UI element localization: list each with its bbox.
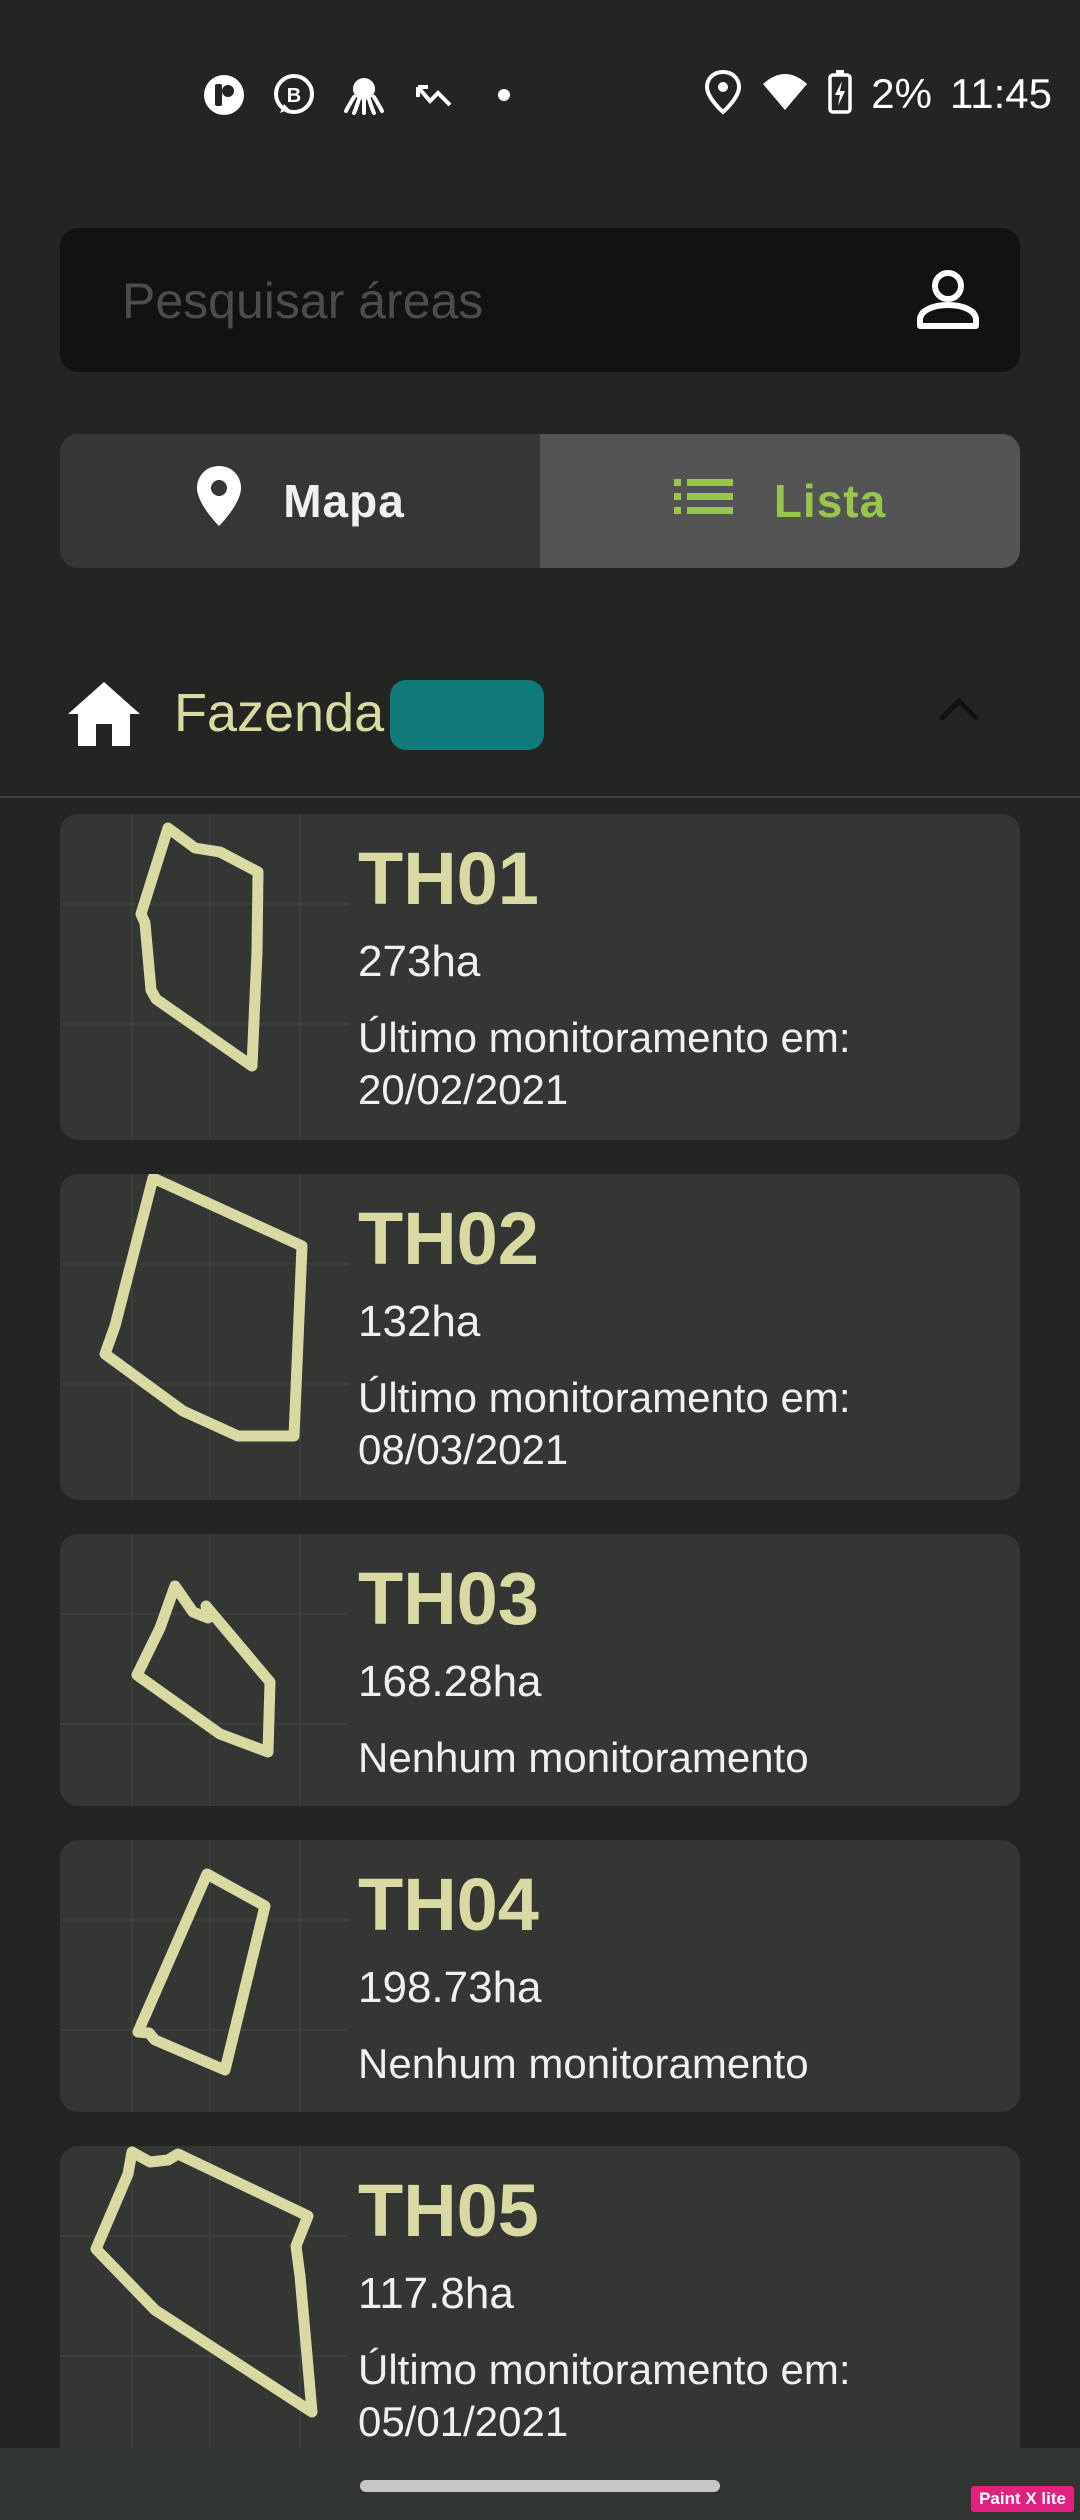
area-card[interactable]: TH05 117.8ha Último monitoramento em: 05…: [60, 2146, 1020, 2472]
monitoring-status: Nenhum monitoramento: [358, 2040, 809, 2087]
area-card[interactable]: TH02 132ha Último monitoramento em: 08/0…: [60, 1174, 1020, 1500]
farm-name-badge: [390, 680, 544, 750]
area-card[interactable]: TH03 168.28ha Nenhum monitoramento: [60, 1534, 1020, 1806]
whatsapp-business-icon: B: [270, 71, 318, 119]
area-polygon-thumbnail: [60, 814, 348, 1140]
profile-icon[interactable]: [912, 264, 984, 336]
search-bar: [60, 228, 1020, 374]
search-input[interactable]: [120, 228, 884, 374]
area-size: 132ha: [358, 1297, 481, 1346]
monitoring-status: Último monitoramento em: 20/02/2021: [358, 1014, 851, 1113]
more-dot-icon: [480, 71, 528, 119]
wifi-icon: [761, 72, 809, 117]
list-view-label: Lista: [773, 475, 887, 527]
map-view-label: Mapa: [283, 475, 405, 527]
area-size: 273ha: [358, 937, 481, 986]
battery-charging-icon: [827, 69, 853, 120]
area-size: 117.8ha: [358, 2269, 514, 2318]
area-name: TH01: [358, 837, 539, 920]
system-status: 2% 11:45: [703, 64, 1052, 124]
location-icon: [703, 69, 743, 120]
area-card[interactable]: TH04 198.73ha Nenhum monitoramento: [60, 1840, 1020, 2112]
battery-percent: 2%: [871, 70, 932, 117]
area-polygon-thumbnail: [60, 1840, 348, 2112]
missed-call-icon: [410, 71, 458, 119]
status-bar: B 2% 11:45: [0, 0, 1080, 190]
area-name: TH04: [358, 1863, 539, 1946]
area-card[interactable]: TH01 273ha Último monitoramento em: 20/0…: [60, 814, 1020, 1140]
area-list: TH01 273ha Último monitoramento em: 20/0…: [60, 814, 1020, 2506]
clock: 11:45: [950, 70, 1052, 117]
chevron-up-icon[interactable]: [934, 684, 984, 734]
area-polygon-thumbnail: [60, 1174, 348, 1500]
navigation-bar: [0, 2448, 1080, 2520]
list-view-button[interactable]: Lista: [540, 434, 1020, 568]
notification-app-icon: [200, 71, 248, 119]
view-toggle: Mapa Lista: [60, 434, 1020, 568]
area-name: TH02: [358, 1197, 539, 1280]
area-size: 168.28ha: [358, 1657, 542, 1706]
home-icon: [66, 676, 142, 752]
farm-header[interactable]: Fazenda: [0, 660, 1080, 798]
watermark-logo: Paint X lite: [971, 2486, 1074, 2512]
octopus-icon: [340, 71, 388, 119]
area-name: TH05: [358, 2169, 539, 2252]
area-name: TH03: [358, 1557, 539, 1640]
area-polygon-thumbnail: [60, 2146, 348, 2472]
svg-text:B: B: [287, 85, 301, 107]
home-indicator[interactable]: [360, 2480, 720, 2492]
map-pin-icon: [195, 464, 243, 539]
map-view-button[interactable]: Mapa: [60, 434, 540, 568]
notification-icons: B: [200, 70, 528, 120]
area-polygon-thumbnail: [60, 1534, 348, 1806]
monitoring-status: Nenhum monitoramento: [358, 1734, 809, 1781]
area-size: 198.73ha: [358, 1963, 542, 2012]
farm-name-label: Fazenda: [174, 683, 385, 743]
monitoring-status: Último monitoramento em: 08/03/2021: [358, 1374, 851, 1473]
list-icon: [673, 474, 734, 528]
monitoring-status: Último monitoramento em: 05/01/2021: [358, 2346, 851, 2445]
